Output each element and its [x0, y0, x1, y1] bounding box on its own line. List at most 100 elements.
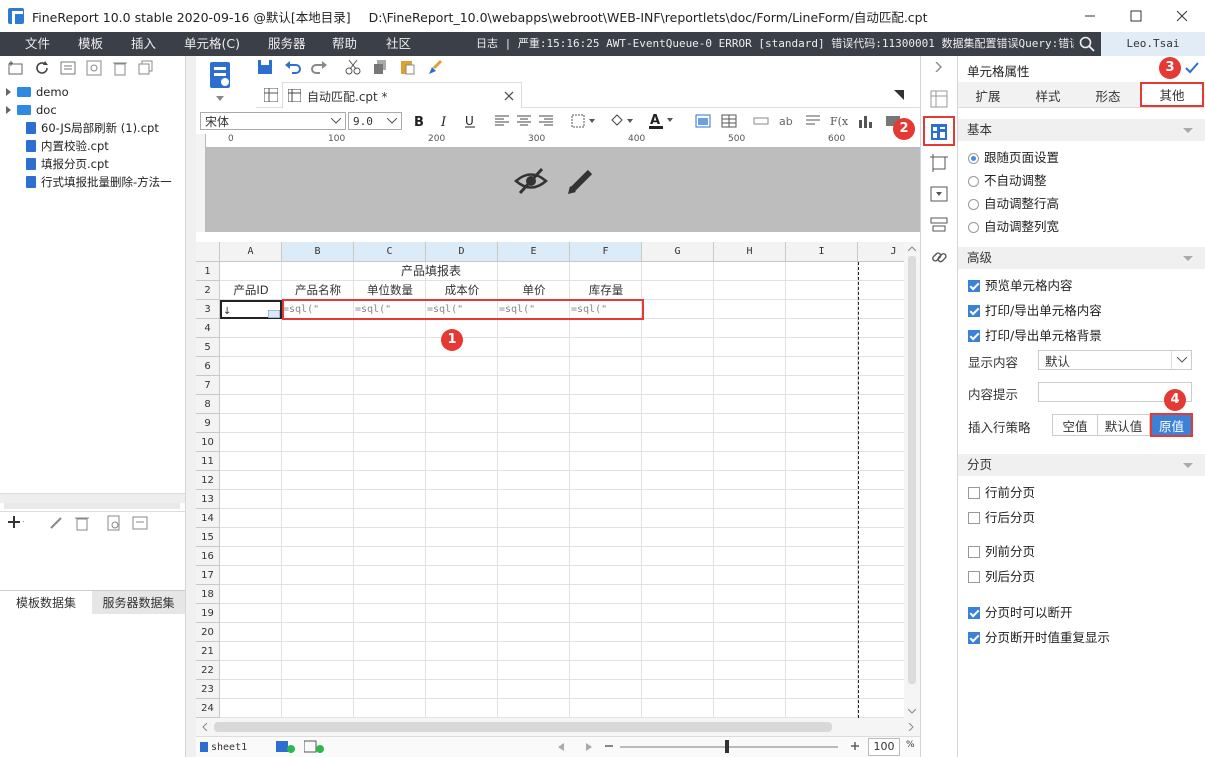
align-right-button[interactable]: [537, 112, 555, 130]
header-cell[interactable]: 产品ID: [220, 281, 282, 300]
row-header[interactable]: 6: [196, 357, 220, 376]
row-header[interactable]: 10: [196, 433, 220, 452]
user-name[interactable]: Leo.Tsai: [1101, 32, 1205, 56]
underline-button[interactable]: U: [461, 112, 479, 130]
radio-no-adjust[interactable]: 不自动调整: [968, 172, 1047, 190]
copy-button[interactable]: [371, 58, 389, 76]
check-can-break[interactable]: 分页时可以断开: [968, 604, 1073, 622]
row-header[interactable]: 4: [196, 319, 220, 338]
zoom-in-icon[interactable]: [850, 741, 860, 751]
zoom-out-icon[interactable]: [604, 741, 614, 751]
radio-follow-page[interactable]: 跟随页面设置: [968, 149, 1059, 167]
horizontal-scrollbar[interactable]: [4, 503, 180, 509]
close-tab-icon[interactable]: [504, 91, 514, 101]
check-print-background[interactable]: 打印/导出单元格背景: [968, 327, 1102, 345]
expand-icon[interactable]: [6, 88, 11, 96]
delete-dataset-icon[interactable]: [74, 515, 90, 531]
header-cell[interactable]: 库存量: [570, 281, 642, 300]
cell-element-icon[interactable]: [930, 90, 948, 108]
insert-default-button[interactable]: 默认值: [1098, 414, 1150, 436]
tree-item-file[interactable]: 填报分页.cpt: [26, 155, 109, 173]
section-advanced[interactable]: 高级: [958, 247, 1205, 269]
paste-button[interactable]: [398, 58, 416, 76]
menu-help[interactable]: 帮助: [332, 32, 357, 56]
sheet-tab[interactable]: sheet1: [200, 738, 247, 756]
confirm-check-icon[interactable]: [1185, 62, 1199, 74]
insert-image-button[interactable]: [694, 112, 712, 130]
check-page-before-row[interactable]: 行前分页: [968, 484, 1035, 502]
check-page-after-col[interactable]: 列后分页: [968, 568, 1035, 586]
hyperlink-icon[interactable]: [930, 248, 948, 266]
menu-insert[interactable]: 插入: [131, 32, 156, 56]
check-page-after-row[interactable]: 行后分页: [968, 509, 1035, 527]
tab-style[interactable]: 样式: [1020, 83, 1076, 107]
row-header[interactable]: 8: [196, 395, 220, 414]
row-header[interactable]: 11: [196, 452, 220, 471]
column-header[interactable]: D: [426, 242, 498, 262]
float-element-icon[interactable]: [930, 154, 948, 172]
menu-community[interactable]: 社区: [386, 32, 411, 56]
left-splitter[interactable]: [186, 56, 196, 757]
column-header[interactable]: J: [858, 242, 904, 262]
tree-item-file[interactable]: 内置校验.cpt: [26, 137, 109, 155]
row-header[interactable]: 21: [196, 642, 220, 661]
menu-server[interactable]: 服务器: [268, 32, 306, 56]
save-button[interactable]: [256, 58, 274, 76]
italic-button[interactable]: I: [436, 112, 454, 130]
row-header[interactable]: 23: [196, 680, 220, 699]
maximize-button[interactable]: [1113, 0, 1159, 32]
insert-original-button[interactable]: 原值: [1150, 413, 1193, 437]
row-header[interactable]: 19: [196, 604, 220, 623]
title-cell[interactable]: 产品填报表: [220, 262, 642, 281]
radio-auto-col-width[interactable]: 自动调整列宽: [968, 218, 1059, 236]
check-repeat-on-break[interactable]: 分页断开时值重复显示: [968, 629, 1110, 647]
hide-eye-icon[interactable]: [514, 166, 548, 196]
row-header[interactable]: 5: [196, 338, 220, 357]
next-sheet-icon[interactable]: [586, 743, 592, 751]
expand-icon[interactable]: [6, 106, 11, 114]
row-header[interactable]: 14: [196, 509, 220, 528]
dataset-settings-icon[interactable]: [132, 515, 148, 531]
bold-button[interactable]: B: [410, 112, 428, 130]
row-header[interactable]: 17: [196, 566, 220, 585]
tab-expand[interactable]: 扩展: [960, 83, 1016, 107]
condition-attributes-icon[interactable]: [930, 216, 948, 234]
radio-auto-row-height[interactable]: 自动调整行高: [968, 195, 1059, 213]
template-settings-icon[interactable]: [86, 60, 102, 76]
fill-color-button[interactable]: [608, 112, 636, 130]
row-header[interactable]: 7: [196, 376, 220, 395]
panel-splitter[interactable]: [0, 493, 185, 503]
dropdown-icon[interactable]: [216, 96, 224, 101]
cell-attributes-tab[interactable]: [923, 116, 955, 146]
tree-item-file[interactable]: 60-JS局部刷新 (1).cpt: [26, 119, 159, 137]
select-all-corner[interactable]: [196, 242, 220, 262]
text-button[interactable]: ab: [778, 112, 796, 130]
zoom-slider-track[interactable]: [620, 746, 838, 748]
tab-other[interactable]: 其他: [1140, 82, 1204, 107]
insert-chart-button[interactable]: [856, 112, 874, 130]
header-cell[interactable]: 单位数量: [354, 281, 426, 300]
cut-button[interactable]: [344, 58, 362, 76]
edit-icon[interactable]: [48, 515, 64, 531]
font-size-select[interactable]: 9.0: [348, 112, 402, 130]
template-info-icon[interactable]: [60, 60, 76, 76]
menu-cell[interactable]: 单元格(C): [184, 32, 240, 56]
refresh-icon[interactable]: [34, 60, 50, 76]
zoom-slider-handle[interactable]: [725, 740, 729, 753]
format-painter-button[interactable]: [426, 58, 444, 76]
collapse-panel-icon[interactable]: [935, 62, 943, 72]
add-sheet-icon[interactable]: [276, 740, 296, 754]
font-family-select[interactable]: 宋体: [200, 112, 346, 130]
prev-sheet-icon[interactable]: [558, 743, 564, 751]
check-preview-content[interactable]: 预览单元格内容: [968, 277, 1073, 295]
row-header[interactable]: 9: [196, 414, 220, 433]
column-header[interactable]: H: [714, 242, 786, 262]
insert-table-button[interactable]: [720, 112, 738, 130]
minimize-button[interactable]: [1067, 0, 1113, 32]
header-cell[interactable]: 单价: [498, 281, 570, 300]
tab-form[interactable]: 形态: [1080, 83, 1136, 107]
header-cell[interactable]: 产品名称: [282, 281, 354, 300]
add-report-icon[interactable]: [304, 740, 326, 754]
row-header[interactable]: 16: [196, 547, 220, 566]
align-center-button[interactable]: [515, 112, 533, 130]
